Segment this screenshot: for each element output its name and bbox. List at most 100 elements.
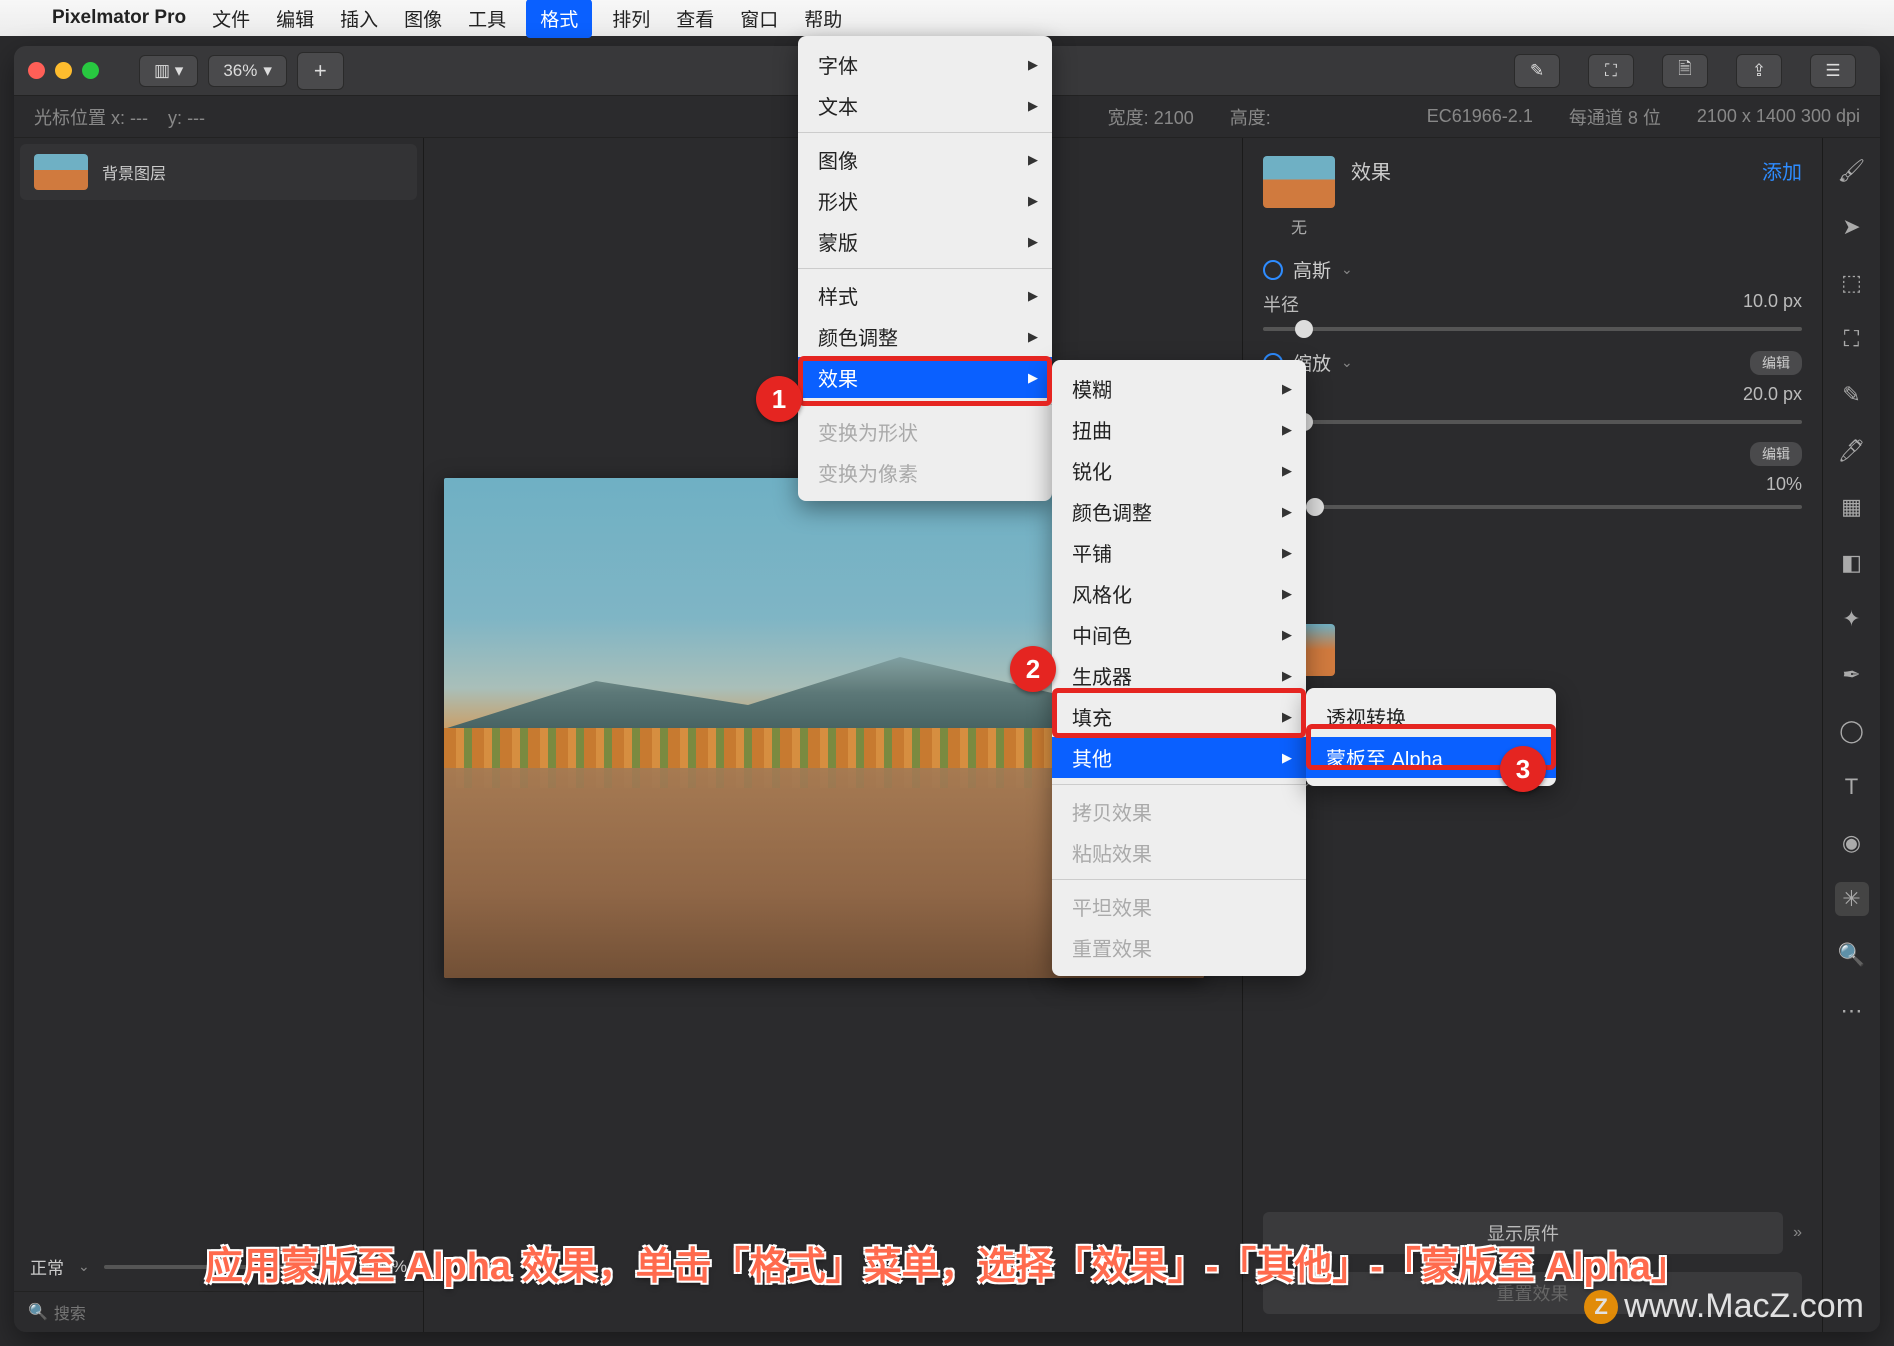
shape-tool-icon[interactable]: ◯ bbox=[1835, 714, 1869, 748]
annotation-marker-1: 1 bbox=[756, 376, 802, 422]
watermark: Z www.MacZ.com bbox=[1584, 1287, 1864, 1326]
menu-item[interactable]: 透视转换 bbox=[1306, 696, 1556, 737]
menu-window[interactable]: 窗口 bbox=[740, 5, 778, 32]
bit-depth: 每通道 8 位 bbox=[1569, 104, 1661, 130]
param-amount-value: 20.0 px bbox=[1743, 384, 1802, 410]
watermark-icon: Z bbox=[1584, 1290, 1618, 1324]
menu-item[interactable]: 字体 bbox=[798, 44, 1052, 85]
minimize-window-icon[interactable] bbox=[55, 62, 72, 79]
eraser-tool-icon[interactable]: ◧ bbox=[1835, 546, 1869, 580]
color-profile: EC61966-2.1 bbox=[1427, 106, 1533, 127]
menu-item[interactable]: 风格化 bbox=[1052, 573, 1306, 614]
menu-item[interactable]: 文本 bbox=[798, 85, 1052, 126]
menu-item: 重置效果 bbox=[1052, 927, 1306, 968]
watermark-text: www.MacZ.com bbox=[1624, 1287, 1864, 1326]
preset-none: 无 bbox=[1291, 214, 1307, 238]
menu-item[interactable]: 颜色调整 bbox=[798, 316, 1052, 357]
menu-item[interactable]: 形状 bbox=[798, 180, 1052, 221]
eyedropper-tool-icon[interactable]: ✎ bbox=[1835, 378, 1869, 412]
search-input[interactable]: 搜索 bbox=[54, 1300, 86, 1324]
menu-item[interactable]: 填充 bbox=[1052, 696, 1306, 737]
zoom-value: 36% bbox=[223, 61, 257, 81]
menu-view[interactable]: 查看 bbox=[676, 5, 714, 32]
marquee-tool-icon[interactable]: ⬚ bbox=[1835, 266, 1869, 300]
menu-item: 变换为形状 bbox=[798, 411, 1052, 452]
zoom-dropdown-button[interactable]: 36% ▾ bbox=[208, 55, 287, 87]
width-label: 宽度: bbox=[1108, 108, 1149, 128]
menu-item: 粘贴效果 bbox=[1052, 832, 1306, 873]
menu-edit[interactable]: 编辑 bbox=[276, 5, 314, 32]
menu-item[interactable]: 颜色调整 bbox=[1052, 491, 1306, 532]
close-window-icon[interactable] bbox=[28, 62, 45, 79]
page-icon[interactable]: 🗎 bbox=[1662, 54, 1708, 88]
edit-button[interactable]: 编辑 bbox=[1750, 351, 1802, 375]
menu-item[interactable]: 图像 bbox=[798, 139, 1052, 180]
share-icon[interactable]: ⇪ bbox=[1736, 54, 1782, 88]
zoom-tool-icon[interactable]: 🔍 bbox=[1835, 938, 1869, 972]
menu-image[interactable]: 图像 bbox=[404, 5, 442, 32]
effects-submenu: 模糊扭曲锐化颜色调整平铺风格化中间色生成器填充其他拷贝效果粘贴效果平坦效果重置效… bbox=[1052, 360, 1306, 976]
add-layer-button[interactable]: + bbox=[297, 52, 344, 90]
menu-format[interactable]: 格式 bbox=[526, 0, 592, 38]
menu-tools[interactable]: 工具 bbox=[468, 5, 506, 32]
menu-item: 拷贝效果 bbox=[1052, 791, 1306, 832]
preview-thumbnail bbox=[1263, 156, 1335, 208]
effect-bokeh[interactable]: 散景 bbox=[1263, 567, 1802, 594]
pen-tool-icon[interactable]: ✒ bbox=[1835, 658, 1869, 692]
app-name[interactable]: Pixelmator Pro bbox=[52, 7, 186, 29]
menu-item[interactable]: 中间色 bbox=[1052, 614, 1306, 655]
chevron-down-icon[interactable]: ⌄ bbox=[1341, 354, 1353, 371]
menu-insert[interactable]: 插入 bbox=[340, 5, 378, 32]
arrow-tool-icon[interactable]: ➤ bbox=[1835, 210, 1869, 244]
menu-item[interactable]: 生成器 bbox=[1052, 655, 1306, 696]
chevron-down-icon[interactable]: ⌄ bbox=[1341, 261, 1353, 278]
search-icon: 🔍 bbox=[28, 1302, 48, 1322]
menu-item[interactable]: 模糊 bbox=[1052, 368, 1306, 409]
window-controls bbox=[28, 62, 99, 79]
effects-title: 效果 bbox=[1351, 156, 1391, 185]
menu-item: 平坦效果 bbox=[1052, 886, 1306, 927]
menu-item[interactable]: 蒙版 bbox=[798, 221, 1052, 262]
dimensions: 2100 x 1400 300 dpi bbox=[1697, 106, 1860, 127]
menu-item[interactable]: 平铺 bbox=[1052, 532, 1306, 573]
menu-arrange[interactable]: 排列 bbox=[612, 5, 650, 32]
menu-item[interactable]: 锐化 bbox=[1052, 450, 1306, 491]
annotation-marker-3: 3 bbox=[1500, 746, 1546, 792]
edit-button[interactable]: 编辑 bbox=[1750, 442, 1802, 466]
menu-item[interactable]: 样式 bbox=[798, 275, 1052, 316]
crop-tool-icon[interactable]: ⛶ bbox=[1835, 322, 1869, 356]
param-radius: 半径 bbox=[1263, 291, 1299, 317]
text-tool-icon[interactable]: T bbox=[1835, 770, 1869, 804]
maximize-window-icon[interactable] bbox=[82, 62, 99, 79]
add-effect-button[interactable]: 添加 bbox=[1762, 156, 1802, 185]
layer-row[interactable]: 背景图层 bbox=[20, 144, 417, 200]
cursor-y-label: y: bbox=[168, 108, 182, 128]
menu-help[interactable]: 帮助 bbox=[804, 5, 842, 32]
crop-tool-icon[interactable]: ⛶ bbox=[1588, 54, 1634, 88]
effect-gaussian[interactable]: 高斯 bbox=[1293, 256, 1331, 283]
toggle-icon[interactable] bbox=[1263, 260, 1283, 280]
menu-item[interactable]: 效果 bbox=[798, 357, 1052, 398]
layers-panel: 背景图层 正常⌄ 100% 🔍 搜索 bbox=[14, 138, 424, 1332]
format-menu: 字体文本图像形状蒙版样式颜色调整效果变换为形状变换为像素 bbox=[798, 36, 1052, 501]
radius-slider[interactable] bbox=[1263, 327, 1802, 331]
effects-tool-icon[interactable]: ✳ bbox=[1835, 882, 1869, 916]
gradient-tool-icon[interactable]: ▦ bbox=[1835, 490, 1869, 524]
sidebar-toggle-button[interactable]: ▥ ▾ bbox=[139, 55, 198, 87]
pct-slider[interactable] bbox=[1263, 505, 1802, 509]
cursor-x-value: --- bbox=[130, 108, 148, 128]
more-tools-icon[interactable]: ⋯ bbox=[1835, 994, 1869, 1028]
amount-slider[interactable] bbox=[1263, 420, 1802, 424]
menu-item[interactable]: 扭曲 bbox=[1052, 409, 1306, 450]
brush-tool-icon[interactable]: ✎ bbox=[1514, 54, 1560, 88]
paint-tool-icon[interactable]: 🖊 bbox=[1835, 434, 1869, 468]
heal-tool-icon[interactable]: ✦ bbox=[1835, 602, 1869, 636]
cursor-y-value: --- bbox=[187, 108, 205, 128]
settings-icon[interactable]: ☰ bbox=[1810, 54, 1856, 88]
menu-item[interactable]: 其他 bbox=[1052, 737, 1306, 778]
style-tool-icon[interactable]: 🖌 bbox=[1835, 154, 1869, 188]
menu-file[interactable]: 文件 bbox=[212, 5, 250, 32]
param-radius-value: 10.0 px bbox=[1743, 291, 1802, 317]
layer-name: 背景图层 bbox=[102, 160, 166, 184]
color-tool-icon[interactable]: ◉ bbox=[1835, 826, 1869, 860]
